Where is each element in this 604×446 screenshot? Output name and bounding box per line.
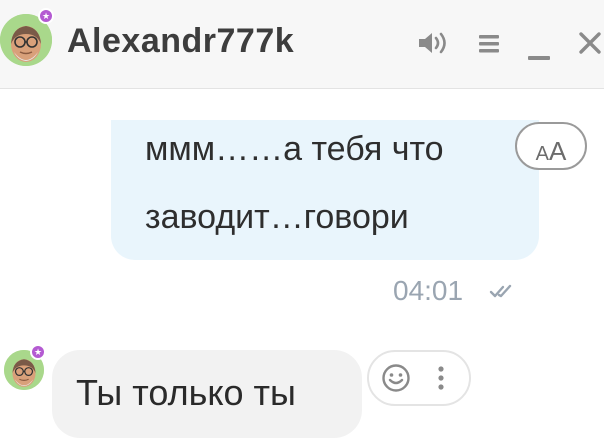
message-actions	[367, 350, 471, 406]
contact-name[interactable]: Alexandr777k	[67, 22, 294, 61]
font-size-small-a: A	[535, 143, 549, 165]
minimize-icon[interactable]	[528, 56, 550, 60]
speaker-icon[interactable]	[417, 30, 451, 56]
message-text: Ты только ты	[76, 372, 296, 413]
read-checkmarks-icon	[489, 283, 515, 299]
outgoing-message-bubble[interactable]: ммм……а тебя что заводит…говори	[111, 120, 539, 260]
message-text-line: заводит…говори	[145, 198, 409, 236]
font-size-button[interactable]: AA	[515, 122, 587, 170]
close-icon[interactable]	[578, 31, 602, 55]
message-time: 04:01	[393, 275, 464, 306]
incoming-message-bubble[interactable]: Ты только ты	[52, 350, 362, 438]
message-text-line: ммм……а тебя что	[145, 130, 444, 168]
chat-header: ★ Alexandr777k	[0, 0, 604, 89]
smiley-icon[interactable]	[381, 363, 411, 393]
font-size-big-a: A	[549, 136, 567, 166]
chat-window: ★ Alexandr777k ммм……а тебя что заводит…г…	[0, 0, 604, 446]
more-vertical-icon[interactable]	[437, 365, 445, 391]
online-badge: ★	[38, 8, 54, 24]
online-badge: ★	[30, 344, 46, 360]
menu-icon[interactable]	[479, 35, 499, 53]
